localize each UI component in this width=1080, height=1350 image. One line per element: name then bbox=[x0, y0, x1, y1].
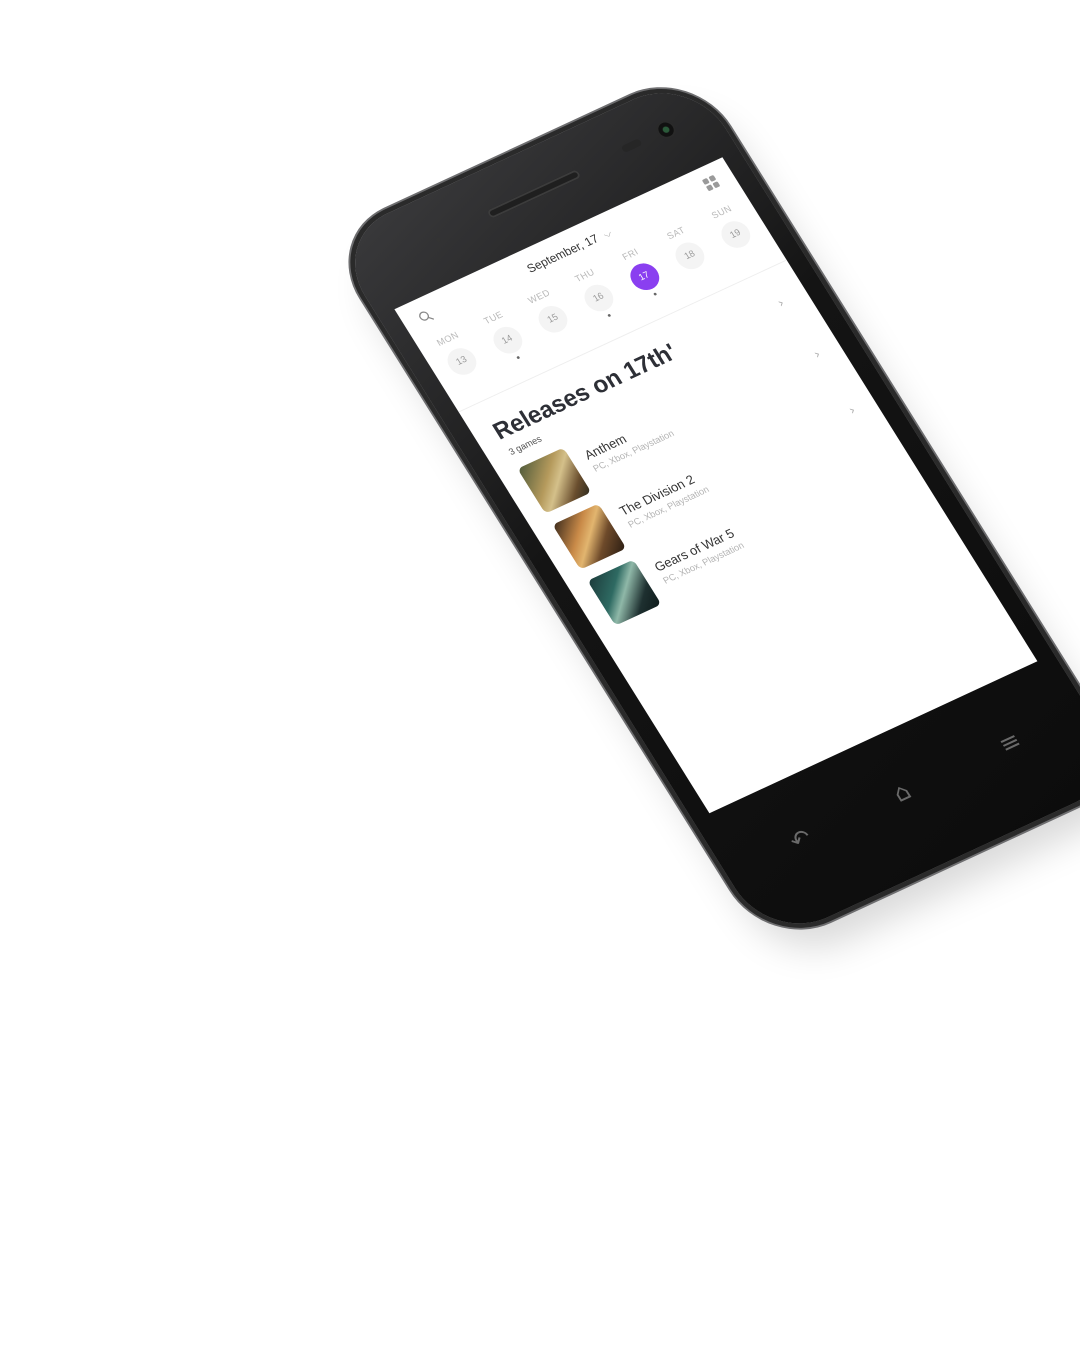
front-camera bbox=[655, 120, 677, 140]
stage: September, 17 ⌵ MON 13 TUE 14 WED 15 THU… bbox=[0, 0, 1080, 1350]
menu-icon[interactable]: ≡ bbox=[994, 727, 1027, 759]
home-icon[interactable]: ⌂ bbox=[888, 778, 917, 808]
light-sensor bbox=[620, 138, 643, 153]
earpiece-speaker bbox=[486, 169, 582, 219]
day-number: 18 bbox=[670, 238, 710, 274]
chevron-down-icon: ⌵ bbox=[601, 227, 615, 241]
chevron-right-icon[interactable]: › bbox=[775, 296, 788, 311]
game-cover-image bbox=[552, 503, 627, 570]
phone-device: September, 17 ⌵ MON 13 TUE 14 WED 15 THU… bbox=[330, 72, 1080, 945]
day-number: 15 bbox=[533, 301, 574, 337]
day-number: 19 bbox=[715, 216, 756, 253]
release-dot bbox=[653, 292, 658, 296]
proximity-sensor bbox=[435, 236, 442, 243]
day-number-selected: 17 bbox=[624, 259, 665, 295]
chevron-right-icon: › bbox=[846, 403, 859, 419]
game-cover-image bbox=[517, 447, 592, 514]
release-dot bbox=[607, 313, 612, 317]
back-icon[interactable]: ↶ bbox=[785, 824, 818, 856]
day-number: 16 bbox=[579, 280, 619, 316]
game-cover-image bbox=[587, 559, 662, 626]
phone-screen: September, 17 ⌵ MON 13 TUE 14 WED 15 THU… bbox=[394, 157, 1038, 814]
day-number: 14 bbox=[487, 322, 528, 359]
release-dot bbox=[516, 355, 521, 360]
chevron-right-icon: › bbox=[811, 347, 824, 363]
day-number: 13 bbox=[442, 343, 482, 380]
phone-wrap: September, 17 ⌵ MON 13 TUE 14 WED 15 THU… bbox=[0, 0, 1080, 1350]
